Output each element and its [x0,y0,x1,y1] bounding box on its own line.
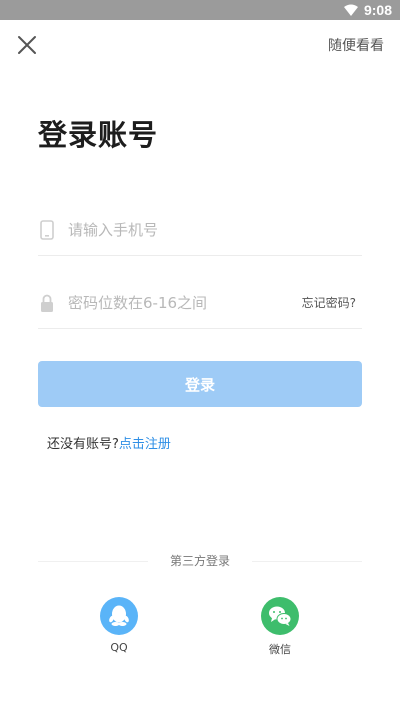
qq-icon [100,597,138,635]
status-time: 9:08 [363,2,392,18]
status-bar: 9:08 [0,0,400,20]
phone-field [38,205,362,256]
register-prompt: 还没有账号? [47,437,119,452]
qq-label: QQ [110,641,128,654]
close-icon[interactable] [16,34,38,56]
phone-input[interactable] [68,217,308,243]
lock-icon [41,294,53,312]
login-button[interactable]: 登录 [38,361,362,407]
wechat-label: 微信 [269,643,291,656]
wechat-login-button[interactable]: 微信 [250,597,310,657]
divider-line-right [252,561,362,562]
wifi-icon [343,4,358,16]
page-title: 登录账号 [38,118,159,152]
third-party-divider: 第三方登录 [38,552,362,570]
password-input[interactable] [68,290,308,316]
register-row: 还没有账号?点击注册 [47,433,171,452]
wechat-icon [261,597,299,635]
password-field: 忘记密码? [38,278,362,329]
phone-icon [40,220,54,240]
register-link[interactable]: 点击注册 [119,437,171,452]
browse-as-guest-link[interactable]: 随便看看 [328,35,384,55]
qq-login-button[interactable]: QQ [89,597,149,654]
forgot-password-link[interactable]: 忘记密码? [302,294,356,311]
status-indicators: 9:08 [343,1,392,19]
